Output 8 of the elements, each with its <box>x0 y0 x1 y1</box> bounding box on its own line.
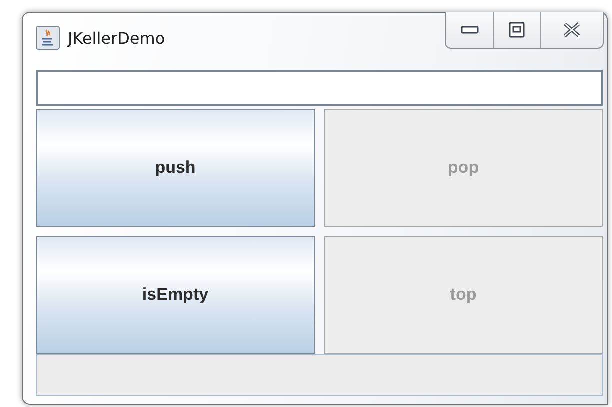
window-title: JKellerDemo <box>68 28 166 48</box>
input-field[interactable] <box>36 70 603 106</box>
coffee-cup-icon <box>36 26 60 50</box>
action-button[interactable]: push <box>36 109 315 228</box>
maximize-icon <box>509 22 525 38</box>
close-icon <box>562 22 582 38</box>
minimize-icon <box>460 26 478 34</box>
action-button[interactable]: isEmpty <box>36 236 315 354</box>
